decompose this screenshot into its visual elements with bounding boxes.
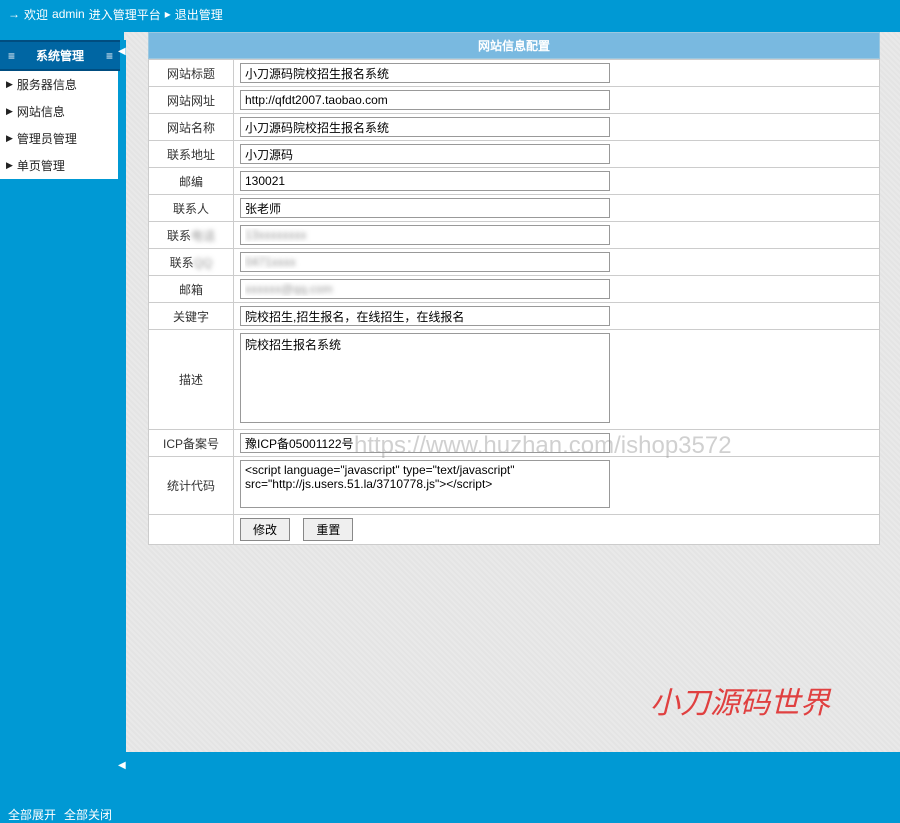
welcome-text: 欢迎 (24, 6, 48, 23)
label-zip: 邮编 (149, 168, 234, 195)
sidebar-item-server-info[interactable]: ▶ 服务器信息 (0, 71, 118, 98)
input-keywords[interactable] (240, 306, 610, 326)
sidebar-item-label: 服务器信息 (17, 76, 77, 93)
label-stats: 统计代码 (149, 457, 234, 515)
sidebar-item-label: 管理员管理 (17, 130, 77, 147)
menu-icon: ≡ (102, 49, 116, 63)
sidebar: ≡ 系统管理 ≡ ▶ 服务器信息 ▶ 网站信息 ▶ 管理员管理 ▶ 单页管理 (0, 28, 120, 752)
logout-link[interactable]: 退出管理 (175, 6, 223, 23)
username: admin (52, 7, 85, 21)
label-phone2: 联系QQ (149, 249, 234, 276)
label-keywords: 关键字 (149, 303, 234, 330)
sidebar-item-label: 网站信息 (17, 103, 65, 120)
input-site-name[interactable] (240, 117, 610, 137)
input-zip[interactable] (240, 171, 610, 191)
enter-platform-text: 进入管理平台 (89, 6, 161, 23)
arrow-icon: → (8, 7, 20, 21)
top-bar: → 欢迎 admin 进入管理平台 ▸ 退出管理 (0, 0, 900, 28)
caret-left-icon: ◀ (118, 760, 126, 771)
content-area: 网站信息配置 网站标题 网站网址 网站名称 联系地址 (120, 28, 900, 752)
caret-left-icon: ◀ (118, 46, 126, 57)
input-contact[interactable] (240, 198, 610, 218)
arrow-icon: ▸ (165, 7, 171, 21)
collapse-all-link[interactable]: 全部关闭 (64, 806, 112, 823)
input-address[interactable] (240, 144, 610, 164)
input-phone1[interactable] (240, 225, 610, 245)
triangle-icon: ▶ (6, 160, 13, 171)
input-site-url[interactable] (240, 90, 610, 110)
textarea-stats[interactable] (240, 460, 610, 508)
sidebar-item-page-manage[interactable]: ▶ 单页管理 (0, 152, 118, 179)
sidebar-item-site-info[interactable]: ▶ 网站信息 (0, 98, 118, 125)
label-phone1: 联系电话 (149, 222, 234, 249)
input-phone2[interactable] (240, 252, 610, 272)
label-site-name: 网站名称 (149, 114, 234, 141)
sidebar-list: ▶ 服务器信息 ▶ 网站信息 ▶ 管理员管理 ▶ 单页管理 (0, 71, 118, 179)
triangle-icon: ▶ (6, 133, 13, 144)
label-address: 联系地址 (149, 141, 234, 168)
triangle-icon: ▶ (6, 106, 13, 117)
input-site-title[interactable] (240, 63, 610, 83)
bottom-bar: 全部展开 全部关闭 (0, 793, 900, 819)
sidebar-header-label: 系统管理 (36, 47, 84, 64)
triangle-icon: ▶ (6, 79, 13, 90)
watermark-brand: 小刀源码世界 (650, 678, 830, 722)
label-site-title: 网站标题 (149, 60, 234, 87)
input-email[interactable] (240, 279, 610, 299)
label-contact: 联系人 (149, 195, 234, 222)
sidebar-item-admin-manage[interactable]: ▶ 管理员管理 (0, 125, 118, 152)
input-icp[interactable] (240, 433, 610, 453)
sidebar-item-label: 单页管理 (17, 157, 65, 174)
save-button[interactable]: 修改 (240, 518, 290, 541)
panel-title: 网站信息配置 (148, 32, 880, 59)
sidebar-header[interactable]: ≡ 系统管理 ≡ (0, 40, 120, 71)
textarea-desc[interactable] (240, 333, 610, 423)
menu-icon: ≡ (4, 49, 18, 63)
config-form-table: 网站标题 网站网址 网站名称 联系地址 邮编 (148, 59, 880, 545)
label-site-url: 网站网址 (149, 87, 234, 114)
label-email: 邮箱 (149, 276, 234, 303)
expand-all-link[interactable]: 全部展开 (8, 806, 56, 823)
label-icp: ICP备案号 (149, 430, 234, 457)
config-panel: 网站信息配置 网站标题 网站网址 网站名称 联系地址 (148, 32, 880, 545)
label-desc: 描述 (149, 330, 234, 430)
reset-button[interactable]: 重置 (303, 518, 353, 541)
splitter-handle[interactable]: ◀ ◀ (120, 40, 126, 777)
